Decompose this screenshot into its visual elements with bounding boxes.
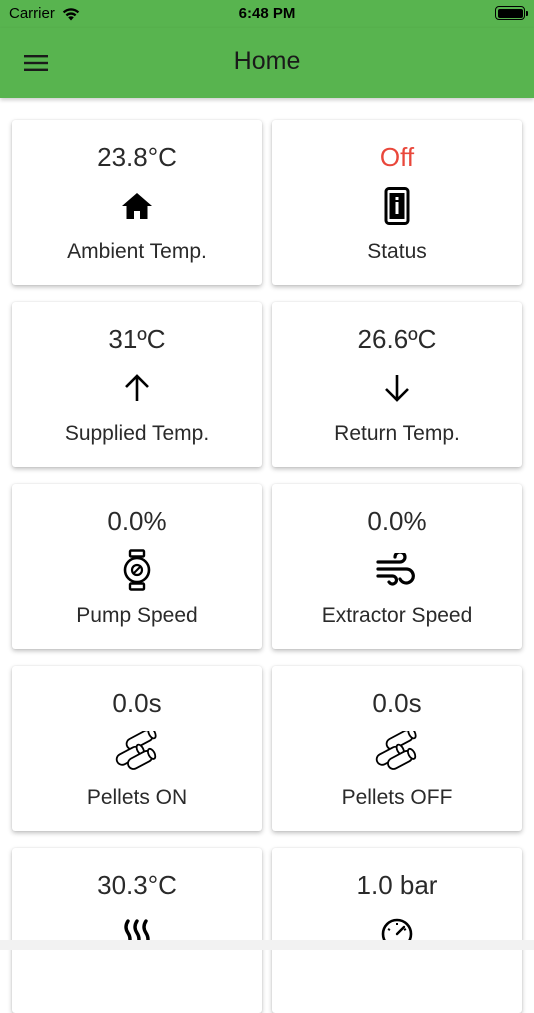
status-bar: Carrier 6:48 PM xyxy=(0,0,534,28)
card-pressure[interactable]: 1.0 bar xyxy=(272,848,522,1013)
card-value: 30.3°C xyxy=(97,870,177,900)
card-pump-speed[interactable]: 0.0% Pump Speed xyxy=(12,484,262,649)
card-label: Status xyxy=(367,240,427,263)
card-value: 0.0% xyxy=(107,506,167,536)
card-status[interactable]: Off Status xyxy=(272,120,522,285)
card-value: 26.6ºC xyxy=(357,324,437,354)
status-value: Off xyxy=(379,142,415,172)
arrow-up-icon xyxy=(125,374,149,401)
card-ambient-temp[interactable]: 23.8°C Ambient Temp. xyxy=(12,120,262,285)
card-heat-temp[interactable]: 30.3°C xyxy=(12,848,262,1013)
home-icon xyxy=(122,193,152,219)
card-label: Supplied Temp. xyxy=(64,422,210,445)
card-supplied-temp[interactable]: 31ºC Supplied Temp. xyxy=(12,302,262,467)
card-value: 0.0s xyxy=(112,688,162,718)
card-value: 1.0 bar xyxy=(356,870,438,900)
card-label: Pump Speed xyxy=(76,604,198,627)
card-extractor-speed[interactable]: 0.0% Extractor Speed xyxy=(272,484,522,649)
battery-icon xyxy=(495,6,528,20)
pellets-icon xyxy=(115,731,157,770)
card-value: 0.0s xyxy=(372,688,422,718)
card-label: Return Temp. xyxy=(334,422,460,445)
card-label: Ambient Temp. xyxy=(67,240,207,263)
status-time: 6:48 PM xyxy=(238,5,296,22)
card-label: Pellets ON xyxy=(86,786,188,809)
card-label: Extractor Speed xyxy=(321,604,473,627)
dashboard-grid: 23.8°C Ambient Temp. Off Status 31ºC Sup xyxy=(12,120,522,1013)
wind-icon xyxy=(376,553,415,586)
card-value: 0.0% xyxy=(367,506,427,536)
card-value: 31ºC xyxy=(108,324,166,354)
app-header: Home xyxy=(0,28,534,98)
card-value: 23.8°C xyxy=(97,142,177,172)
bottom-edge xyxy=(0,940,534,950)
card-pellets-on[interactable]: 0.0s Pellets ON xyxy=(12,666,262,831)
card-label: Pellets OFF xyxy=(341,786,453,809)
pump-icon xyxy=(123,549,151,591)
device-info-icon xyxy=(384,187,410,225)
card-return-temp[interactable]: 26.6ºC Return Temp. xyxy=(272,302,522,467)
page-title: Home xyxy=(233,47,301,75)
arrow-down-icon xyxy=(385,375,409,402)
card-pellets-off[interactable]: 0.0s Pellets OFF xyxy=(272,666,522,831)
pellets-icon xyxy=(375,731,417,770)
